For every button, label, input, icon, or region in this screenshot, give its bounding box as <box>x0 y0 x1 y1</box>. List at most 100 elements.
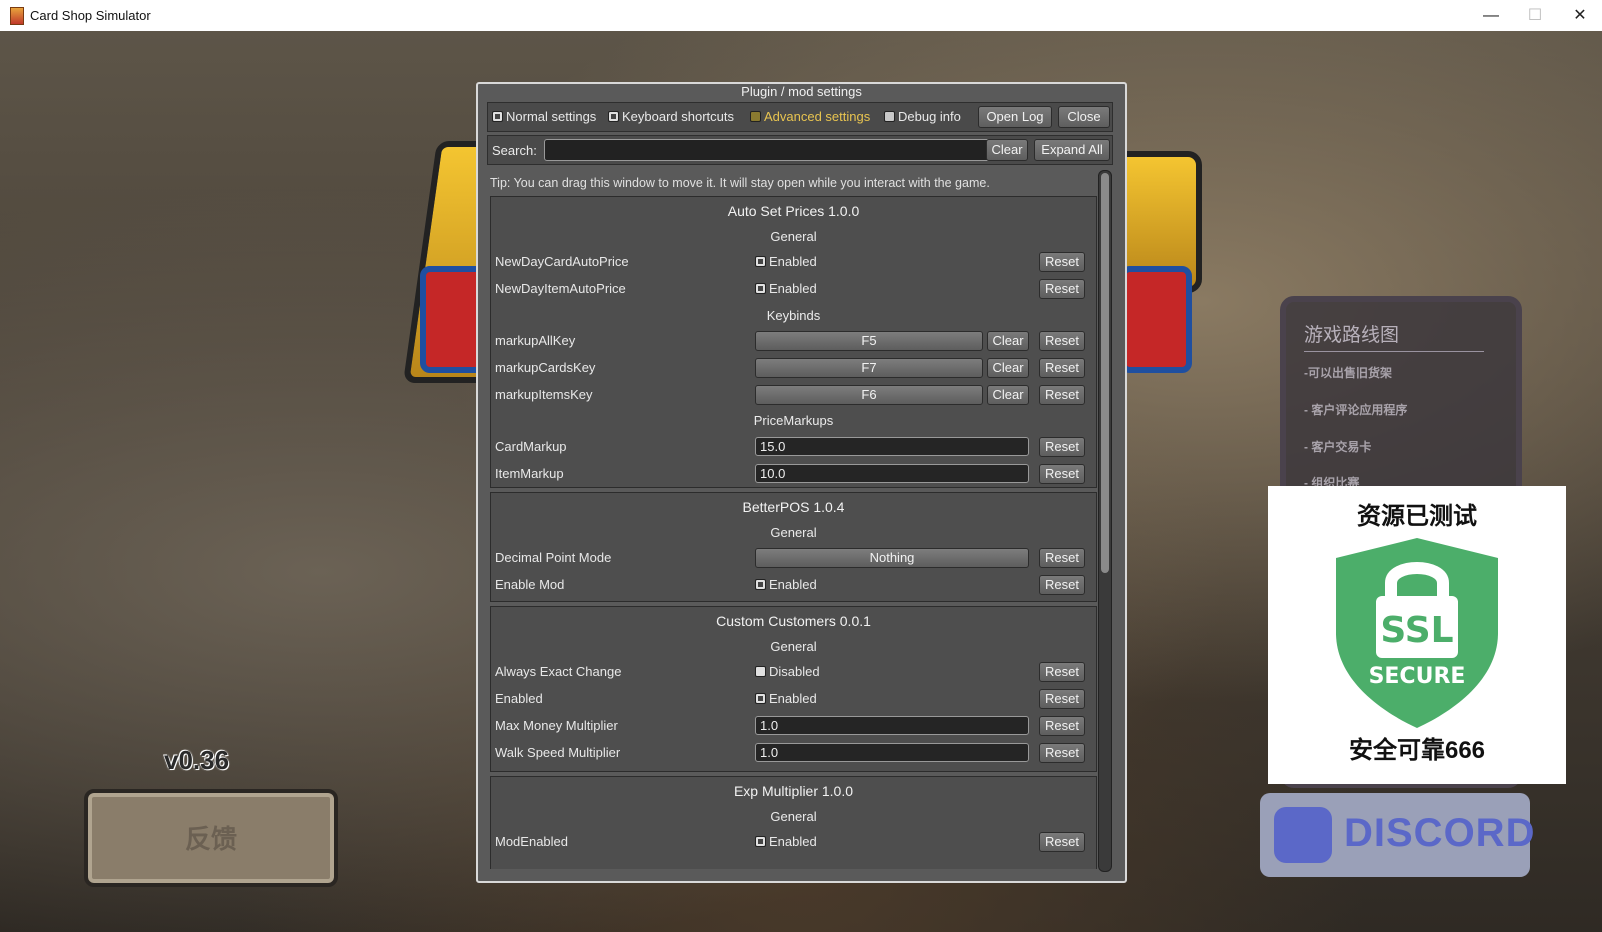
reset-button[interactable]: Reset <box>1039 575 1085 595</box>
enable-mod-checkbox[interactable]: Enabled <box>755 577 817 592</box>
mod-settings-title: Plugin / mod settings <box>741 84 862 99</box>
search-label: Search: <box>492 143 537 158</box>
feedback-label: 反馈 <box>184 824 237 854</box>
max-money-multiplier-input[interactable]: 1.0 <box>755 716 1029 735</box>
clear-key-button[interactable]: Clear <box>987 385 1029 405</box>
close-settings-button[interactable]: Close <box>1058 106 1110 128</box>
ssl-badge-card: 资源已测试 SSL SECURE 安全可靠666 <box>1268 486 1566 784</box>
maximize-button[interactable]: ☐ <box>1515 4 1555 28</box>
section-title: Auto Set Prices 1.0.0 <box>727 203 860 219</box>
roadmap-title: 游戏路线图 <box>1304 320 1484 352</box>
setting-label: markupAllKey <box>495 333 576 348</box>
normal-settings-toggle[interactable]: Normal settings <box>492 109 596 124</box>
expand-all-button[interactable]: Expand All <box>1034 139 1110 161</box>
section-custom-customers: Custom Customers 0.0.1 General Always Ex… <box>490 606 1097 772</box>
open-log-button[interactable]: Open Log <box>978 106 1052 128</box>
clear-key-button[interactable]: Clear <box>987 331 1029 351</box>
setting-label: Max Money Multiplier <box>495 718 618 733</box>
game-version: v0.36 <box>164 745 230 775</box>
setting-label: CardMarkup <box>495 439 567 454</box>
section-title: Custom Customers 0.0.1 <box>716 613 871 629</box>
search-bar: Search: Clear Expand All <box>487 135 1113 165</box>
game-logo-right-panel <box>1120 266 1192 373</box>
walk-speed-multiplier-input[interactable]: 1.0 <box>755 743 1029 762</box>
setting-label: markupItemsKey <box>495 387 593 402</box>
group-title: PriceMarkups <box>753 413 834 428</box>
group-title: Keybinds <box>766 308 821 323</box>
ssl-top-text: 资源已测试 <box>1357 503 1477 530</box>
tip-text: Tip: You can drag this window to move it… <box>490 176 990 190</box>
reset-button[interactable]: Reset <box>1039 331 1085 351</box>
setting-label: Always Exact Change <box>495 664 622 679</box>
setting-label: Walk Speed Multiplier <box>495 745 621 760</box>
section-auto-set-prices: Auto Set Prices 1.0.0 General NewDayCard… <box>490 196 1097 488</box>
new-day-card-auto-price-checkbox[interactable]: Enabled <box>755 254 817 269</box>
debug-info-toggle[interactable]: Debug info <box>884 109 961 124</box>
checkbox-icon <box>608 111 619 122</box>
window-title: Card Shop Simulator <box>30 8 151 23</box>
setting-label: Decimal Point Mode <box>495 550 612 565</box>
checkbox-icon <box>755 283 766 294</box>
reset-button[interactable]: Reset <box>1039 279 1085 299</box>
discord-icon <box>1274 807 1332 863</box>
ssl-bottom-text: 安全可靠666 <box>1348 737 1486 764</box>
search-clear-button[interactable]: Clear <box>986 139 1028 161</box>
feedback-button[interactable]: 反馈 <box>84 789 338 887</box>
roadmap-item: -可以出售旧货架 <box>1304 366 1392 380</box>
setting-label: ModEnabled <box>495 834 568 849</box>
ssl-shield-icon: SSL SECURE <box>1336 538 1498 728</box>
settings-scrollbar[interactable] <box>1098 170 1112 872</box>
shield-ssl-text: SSL <box>1380 610 1453 651</box>
search-input[interactable] <box>544 139 990 161</box>
reset-button[interactable]: Reset <box>1039 832 1085 852</box>
reset-button[interactable]: Reset <box>1039 689 1085 709</box>
checkbox-icon <box>750 111 761 122</box>
section-exp-multiplier: Exp Multiplier 1.0.0 General ModEnabled … <box>490 776 1097 869</box>
card-markup-input[interactable]: 15.0 <box>755 437 1029 456</box>
section-title: BetterPOS 1.0.4 <box>742 499 845 515</box>
discord-button[interactable]: DISCORD <box>1260 793 1534 877</box>
settings-toolbar: Normal settings Keyboard shortcuts Advan… <box>487 102 1113 132</box>
close-window-button[interactable]: ✕ <box>1560 4 1600 28</box>
discord-label: DISCORD <box>1344 811 1536 855</box>
checkbox-icon <box>755 693 766 704</box>
scrollbar-thumb[interactable] <box>1101 173 1109 573</box>
reset-button[interactable]: Reset <box>1039 358 1085 378</box>
markup-all-key-button[interactable]: F5 <box>755 331 983 351</box>
reset-button[interactable]: Reset <box>1039 437 1085 457</box>
checkbox-icon <box>884 111 895 122</box>
checkbox-icon <box>755 836 766 847</box>
reset-button[interactable]: Reset <box>1039 464 1085 484</box>
clear-key-button[interactable]: Clear <box>987 358 1029 378</box>
checkbox-icon <box>492 111 503 122</box>
section-title: Exp Multiplier 1.0.0 <box>733 783 854 799</box>
checkbox-icon <box>755 579 766 590</box>
item-markup-input[interactable]: 10.0 <box>755 464 1029 483</box>
setting-label: markupCardsKey <box>495 360 596 375</box>
window-titlebar: Card Shop Simulator — ☐ ✕ <box>0 0 1602 32</box>
app-icon <box>10 7 24 25</box>
setting-label: Enable Mod <box>495 577 565 592</box>
reset-button[interactable]: Reset <box>1039 662 1085 682</box>
custom-customers-enabled-checkbox[interactable]: Enabled <box>755 691 817 706</box>
reset-button[interactable]: Reset <box>1039 548 1085 568</box>
checkbox-icon <box>755 256 766 267</box>
reset-button[interactable]: Reset <box>1039 252 1085 272</box>
keyboard-shortcuts-toggle[interactable]: Keyboard shortcuts <box>608 109 734 124</box>
markup-cards-key-button[interactable]: F7 <box>755 358 983 378</box>
always-exact-change-checkbox[interactable]: Disabled <box>755 664 820 679</box>
mod-settings-window[interactable]: Plugin / mod settings Normal settings Ke… <box>476 82 1127 883</box>
reset-button[interactable]: Reset <box>1039 716 1085 736</box>
reset-button[interactable]: Reset <box>1039 743 1085 763</box>
markup-items-key-button[interactable]: F6 <box>755 385 983 405</box>
decimal-point-mode-button[interactable]: Nothing <box>755 548 1029 568</box>
minimize-button[interactable]: — <box>1471 4 1511 28</box>
advanced-settings-toggle[interactable]: Advanced settings <box>750 109 870 124</box>
mod-enabled-checkbox[interactable]: Enabled <box>755 834 817 849</box>
section-better-pos: BetterPOS 1.0.4 General Decimal Point Mo… <box>490 492 1097 602</box>
roadmap-item: - 客户评论应用程序 <box>1304 403 1408 417</box>
shield-secure-text: SECURE <box>1369 664 1466 689</box>
reset-button[interactable]: Reset <box>1039 385 1085 405</box>
setting-label: NewDayItemAutoPrice <box>495 281 626 296</box>
new-day-item-auto-price-checkbox[interactable]: Enabled <box>755 281 817 296</box>
